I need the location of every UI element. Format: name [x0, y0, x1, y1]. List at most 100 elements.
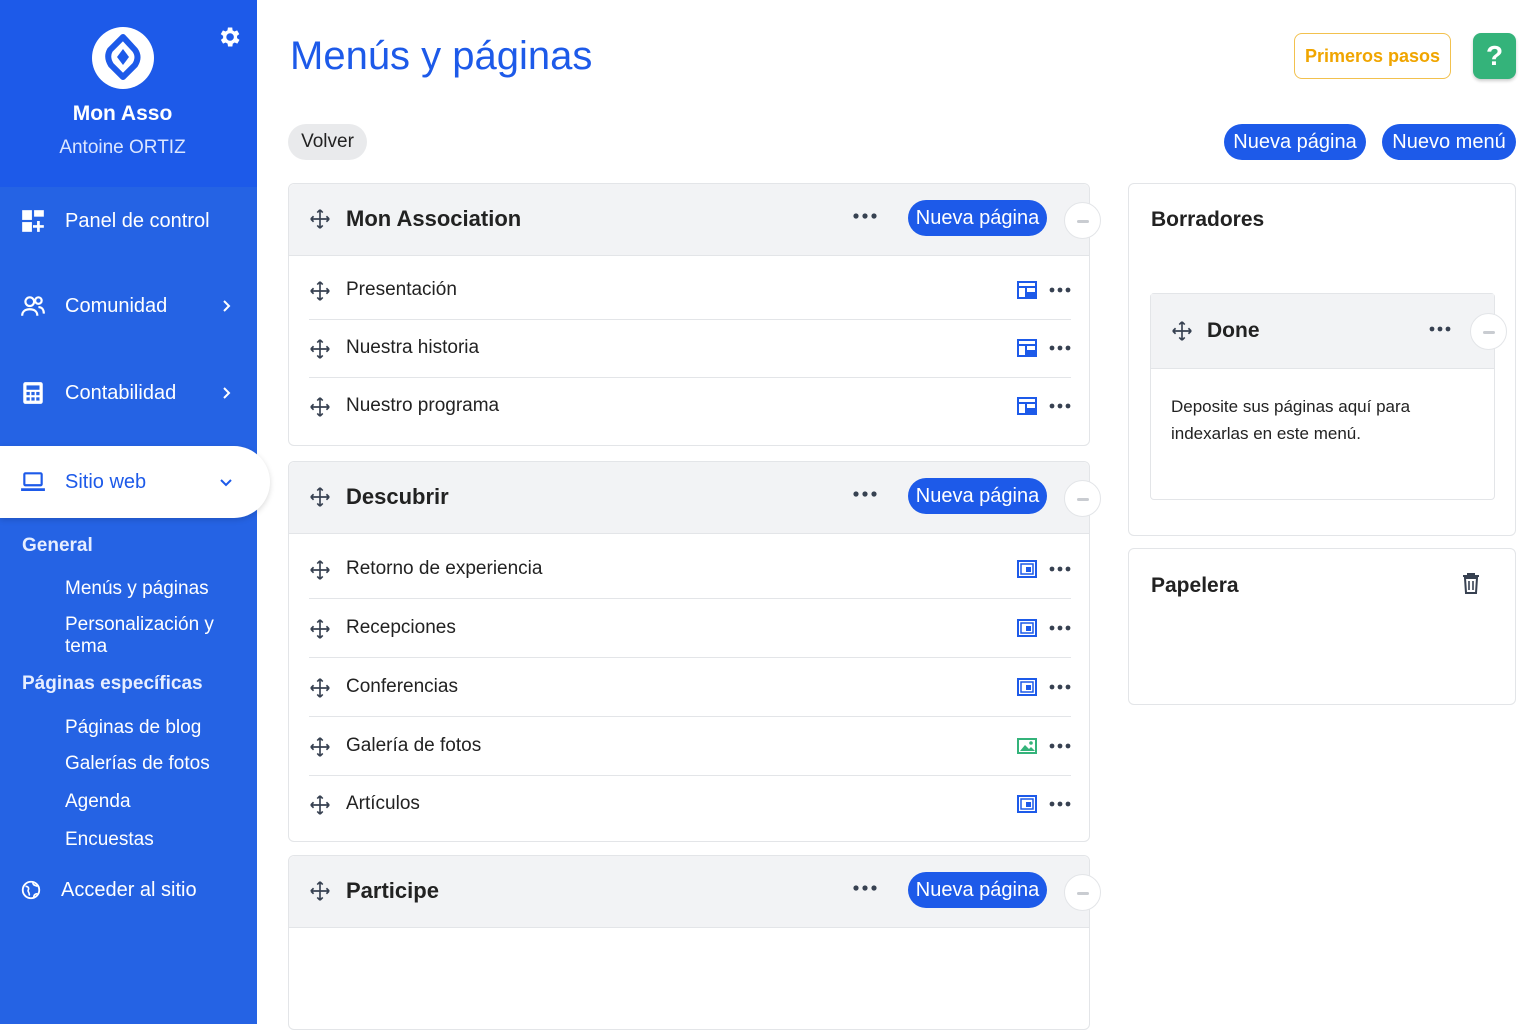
chevron-right-icon [223, 387, 231, 399]
trash-icon[interactable] [1461, 572, 1481, 594]
menu-new-page-button[interactable]: Nueva página [908, 478, 1047, 514]
more-icon[interactable] [853, 210, 877, 222]
page-label: Recepciones [346, 617, 456, 638]
page-label: Nuestro programa [346, 395, 500, 416]
section-general: General [22, 535, 93, 556]
nav-label: Panel de control [65, 209, 210, 232]
chevron-down-icon [220, 479, 232, 487]
more-icon[interactable] [853, 882, 877, 894]
menu-title: Descubrir [346, 484, 449, 509]
sidebar: Mon Asso Antoine ORTIZ Panel de control … [0, 0, 270, 1024]
dashboard-icon [22, 210, 44, 232]
new-page-button[interactable]: Nueva página [1224, 124, 1366, 160]
page-row[interactable]: Artículos [309, 776, 1071, 834]
association-logo[interactable] [92, 27, 154, 89]
draft-menu-title: Done [1207, 319, 1260, 342]
nav-dashboard[interactable]: Panel de control [0, 191, 257, 251]
drafts-panel: Borradores Done Deposite sus páginas aqu… [1128, 183, 1516, 536]
page-row[interactable]: Conferencias [309, 659, 1071, 717]
move-icon[interactable] [309, 618, 331, 640]
collapse-button[interactable] [1470, 313, 1507, 350]
more-icon[interactable] [1049, 623, 1071, 633]
page-label: Galería de fotos [346, 735, 482, 756]
nav-label: Sitio web [65, 470, 147, 493]
brand-header: Mon Asso Antoine ORTIZ [0, 0, 257, 187]
move-icon[interactable] [309, 736, 331, 758]
menu-new-page-button[interactable]: Nueva página [908, 200, 1047, 236]
subnav-customization[interactable]: Personalización y tema [65, 614, 257, 658]
more-icon[interactable] [853, 488, 877, 500]
page-title: Menús y páginas [290, 34, 593, 78]
more-icon[interactable] [1049, 401, 1071, 411]
more-icon[interactable] [1049, 799, 1071, 809]
nav-website[interactable]: Sitio web [0, 446, 270, 518]
nav-access-site[interactable]: Acceder al sitio [0, 860, 257, 920]
menu-card: Mon Association Nueva página Presentació… [288, 183, 1101, 446]
page-row[interactable]: Galería de fotos [309, 718, 1071, 776]
subnav-polls[interactable]: Encuestas [65, 829, 154, 851]
help-button[interactable]: ? [1473, 33, 1516, 79]
first-steps-button[interactable]: Primeros pasos [1294, 33, 1451, 79]
move-icon[interactable] [309, 396, 331, 418]
menu-card: Descubrir Nueva página Retorno de experi… [288, 461, 1101, 842]
new-menu-button[interactable]: Nuevo menú [1382, 124, 1516, 160]
subnav-galleries[interactable]: Galerías de fotos [65, 753, 210, 775]
chevron-right-icon [223, 300, 231, 312]
draft-menu-header: Done [1151, 294, 1507, 369]
move-icon[interactable] [309, 486, 331, 508]
move-icon[interactable] [309, 280, 331, 302]
page-row[interactable]: Presentación [309, 262, 1071, 320]
move-icon[interactable] [309, 794, 331, 816]
brand-name: Mon Asso [72, 102, 173, 125]
users-icon [21, 296, 45, 316]
draft-hint: Deposite sus páginas aquí para indexarla… [1171, 397, 1411, 443]
subnav-menus-pages[interactable]: Menús y páginas [65, 578, 209, 600]
blog-icon [1017, 619, 1037, 637]
layout-icon [1017, 397, 1037, 415]
menu-card-header: Participe Nueva página [289, 856, 1101, 928]
move-icon[interactable] [1171, 320, 1193, 342]
move-icon[interactable] [309, 559, 331, 581]
menu-card: Participe Nueva página [288, 855, 1101, 1030]
more-icon[interactable] [1049, 741, 1071, 751]
page-row[interactable]: Nuestro programa [309, 378, 1071, 436]
trash-title: Papelera [1151, 574, 1239, 597]
move-icon[interactable] [309, 677, 331, 699]
move-icon[interactable] [309, 208, 331, 230]
collapse-button[interactable] [1064, 480, 1101, 517]
page-row[interactable]: Nuestra historia [309, 320, 1071, 378]
draft-menu-card: Done Deposite sus páginas aquí para inde… [1150, 293, 1507, 500]
back-button[interactable]: Volver [288, 124, 367, 160]
more-icon[interactable] [1429, 324, 1451, 334]
move-icon[interactable] [309, 880, 331, 902]
nav-community[interactable]: Comunidad [0, 276, 257, 336]
collapse-button[interactable] [1064, 874, 1101, 911]
menu-title: Mon Association [346, 206, 522, 231]
more-icon[interactable] [1049, 343, 1071, 353]
blog-icon [1017, 678, 1037, 696]
page-label: Nuestra historia [346, 337, 480, 358]
menu-new-page-button[interactable]: Nueva página [908, 872, 1047, 908]
laptop-icon [21, 472, 45, 491]
blog-icon [1017, 795, 1037, 813]
globe-icon [21, 880, 41, 900]
blog-icon [1017, 560, 1037, 578]
more-icon[interactable] [1049, 682, 1071, 692]
layout-icon [1017, 281, 1037, 299]
calculator-icon [23, 382, 43, 404]
subnav-agenda[interactable]: Agenda [65, 791, 131, 813]
page-label: Retorno de experiencia [346, 558, 543, 579]
nav-accounting[interactable]: Contabilidad [0, 363, 257, 423]
move-icon[interactable] [309, 338, 331, 360]
nav-label: Contabilidad [65, 381, 177, 404]
page-row[interactable]: Retorno de experiencia [309, 541, 1071, 599]
subnav-blog[interactable]: Páginas de blog [65, 717, 201, 739]
more-icon[interactable] [1049, 285, 1071, 295]
user-name: Antoine ORTIZ [59, 137, 186, 158]
gear-icon[interactable] [216, 24, 242, 50]
trash-panel: Papelera [1128, 548, 1516, 705]
collapse-button[interactable] [1064, 202, 1101, 239]
more-icon[interactable] [1049, 564, 1071, 574]
page-row[interactable]: Recepciones [309, 600, 1071, 658]
page-label: Presentación [346, 279, 457, 300]
